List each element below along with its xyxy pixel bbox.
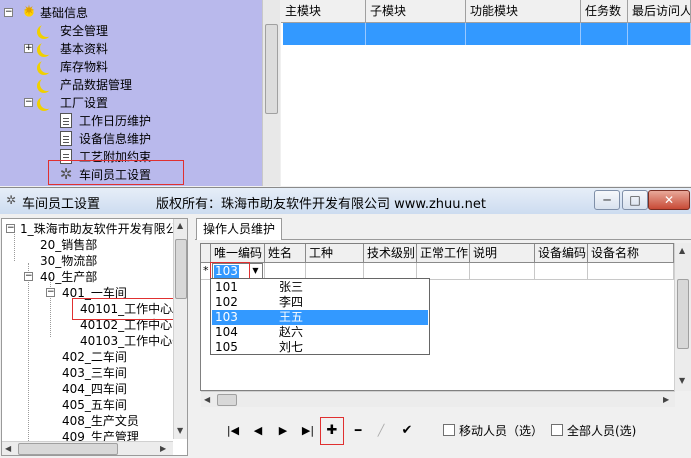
column-header[interactable]: 设备编码 <box>535 244 588 263</box>
arrow-left-icon[interactable]: ◀ <box>204 395 210 404</box>
arrow-up-icon[interactable]: ▲ <box>679 246 685 255</box>
moon-icon <box>40 77 54 91</box>
last-record-button[interactable]: ▶| <box>297 420 319 442</box>
all-staff-label: 全部人员(选) <box>567 424 637 438</box>
list-item[interactable]: 105 刘七 <box>212 340 428 355</box>
arrow-down-icon[interactable]: ▼ <box>679 376 685 385</box>
collapse-icon[interactable]: − <box>4 8 13 17</box>
sun-icon: ✷ <box>21 4 37 20</box>
org-tree[interactable]: − 1_珠海市助友软件开发有限公司 20_销售部 30_物流部 − 40_生产部… <box>1 218 188 456</box>
collapse-icon[interactable]: − <box>46 288 55 297</box>
list-item[interactable]: 102 李四 <box>212 295 428 310</box>
collapse-icon[interactable]: − <box>24 272 33 281</box>
column-header[interactable]: 最后访问人 <box>628 0 691 23</box>
first-record-button[interactable]: |◀ <box>222 420 244 442</box>
column-header[interactable]: 子模块 <box>366 0 466 23</box>
document-icon <box>60 131 72 146</box>
column-header[interactable]: 主模块 <box>281 0 366 23</box>
scrollbar-thumb[interactable] <box>677 279 689 349</box>
column-header[interactable]: 说明 <box>470 244 535 263</box>
title-bar[interactable]: ✲ 车间员工设置 版权所有：珠海市助友软件开发有限公司 www.zhuu.net… <box>0 188 691 214</box>
scrollbar-thumb[interactable] <box>217 394 237 406</box>
column-header[interactable]: 任务数 <box>581 0 628 23</box>
grid-vscrollbar[interactable]: ▲ ▼ <box>674 243 691 391</box>
org-tree-vscrollbar[interactable]: ▲ ▼ <box>173 219 187 439</box>
minimize-button[interactable]: ─ <box>594 190 620 210</box>
table-row[interactable] <box>283 23 691 45</box>
prior-record-button[interactable]: ◀ <box>247 420 269 442</box>
menu-tree-scrollbar[interactable] <box>262 0 280 186</box>
grid-hscrollbar[interactable]: ◀ ▶ <box>201 391 675 407</box>
list-item[interactable]: 101 张三 <box>212 280 428 295</box>
staff-dropdown-list[interactable]: 101 张三 102 李四 103 王五 104 赵六 105 刘七 <box>210 278 430 355</box>
arrow-right-icon[interactable]: ▶ <box>663 395 669 404</box>
next-record-button[interactable]: ▶ <box>272 420 294 442</box>
column-header[interactable]: 设备名称 <box>588 244 674 263</box>
highlight-box <box>48 160 184 185</box>
moon-icon <box>40 95 54 109</box>
gear-icon: ✲ <box>5 193 17 207</box>
edit-record-button[interactable]: ╱ <box>370 420 392 442</box>
org-tree-hscrollbar[interactable]: ◀ ▶ <box>2 441 173 455</box>
expand-icon[interactable]: + <box>24 44 33 53</box>
workshop-staff-window: ✲ 车间员工设置 版权所有：珠海市助友软件开发有限公司 www.zhuu.net… <box>0 187 691 458</box>
window-title: 车间员工设置 <box>22 197 101 212</box>
scrollbar-thumb[interactable] <box>265 24 278 114</box>
column-header[interactable]: 功能模块 <box>466 0 581 23</box>
maximize-button[interactable]: □ <box>622 190 648 210</box>
mobile-staff-checkbox[interactable] <box>443 424 455 436</box>
moon-icon <box>40 59 54 73</box>
delete-record-button[interactable]: ━ <box>347 420 369 442</box>
all-staff-checkbox[interactable] <box>551 424 563 436</box>
moon-icon <box>40 23 54 37</box>
tab-operator-maintenance[interactable]: 操作人员维护 <box>196 218 283 240</box>
collapse-icon[interactable]: − <box>24 98 33 107</box>
document-icon <box>60 113 72 128</box>
collapse-icon[interactable]: − <box>6 224 15 233</box>
list-item[interactable]: 104 赵六 <box>212 325 428 340</box>
arrow-down-icon[interactable]: ▼ <box>177 426 183 435</box>
copyright-text: 版权所有：珠海市助友软件开发有限公司 www.zhuu.net <box>156 197 486 212</box>
arrow-right-icon[interactable]: ▶ <box>160 444 166 453</box>
column-header[interactable]: 唯一编码 <box>211 244 265 263</box>
moon-icon <box>40 41 54 55</box>
chevron-down-icon[interactable]: ▼ <box>249 264 262 278</box>
post-record-button[interactable]: ✔ <box>396 420 418 442</box>
close-button[interactable]: ✕ <box>648 190 690 210</box>
module-grid[interactable]: 主模块 子模块 功能模块 任务数 最后访问人 <box>281 0 691 186</box>
mobile-staff-label: 移动人员（选） <box>459 424 544 438</box>
column-header[interactable]: 姓名 <box>265 244 306 263</box>
column-header[interactable]: 技术级别 <box>364 244 417 263</box>
arrow-left-icon[interactable]: ◀ <box>5 444 11 453</box>
column-header[interactable]: 正常工作 <box>417 244 470 263</box>
highlight-box <box>72 298 176 320</box>
scrollbar-thumb[interactable] <box>18 443 118 455</box>
scrollbar-thumb[interactable] <box>175 239 187 299</box>
menu-tree[interactable]: − ✷ 基础信息 安全管理 + 基本资料 库存物料 产品数据管理 − 工厂设置 … <box>0 0 262 186</box>
indicator-header <box>201 244 211 263</box>
arrow-up-icon[interactable]: ▲ <box>177 221 183 230</box>
column-header[interactable]: 工种 <box>306 244 364 263</box>
list-item-selected[interactable]: 103 王五 <box>212 310 428 325</box>
highlight-box <box>320 417 344 445</box>
